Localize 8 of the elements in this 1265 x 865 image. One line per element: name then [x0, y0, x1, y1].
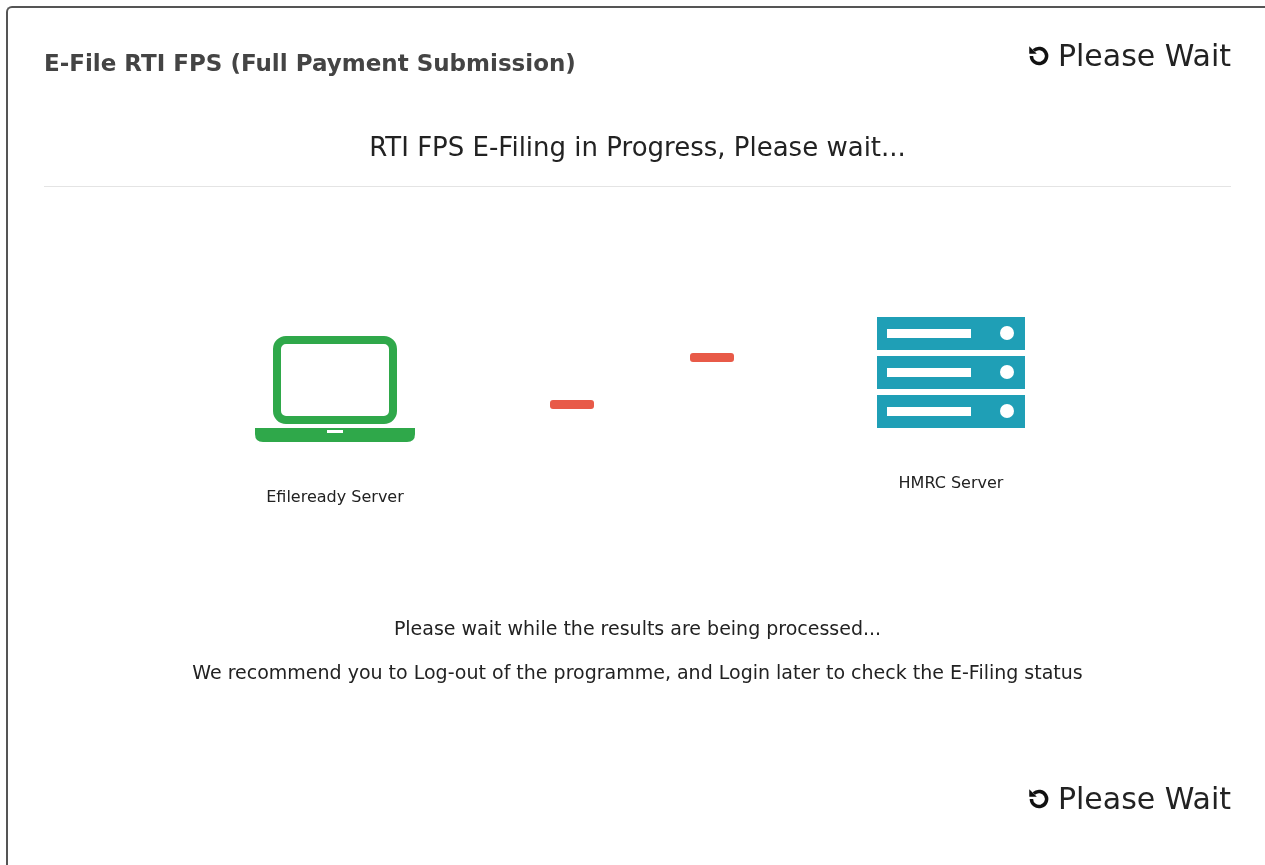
progress-heading: RTI FPS E-Filing in Progress, Please wait... [44, 132, 1231, 187]
status-message: Please wait while the results are being processed... [393, 617, 882, 639]
progress-dash [690, 353, 734, 362]
endpoint-label: Efileready Server [266, 487, 404, 506]
endpoint-label: HMRC Server [898, 473, 1004, 492]
dialog-title: E-File RTI FPS (Full Payment Submission) [44, 50, 576, 76]
progress-dash [550, 400, 594, 409]
status-message: We recommend you to Log-out of the programme, and Login later to check the E-Filing status [192, 661, 1083, 683]
